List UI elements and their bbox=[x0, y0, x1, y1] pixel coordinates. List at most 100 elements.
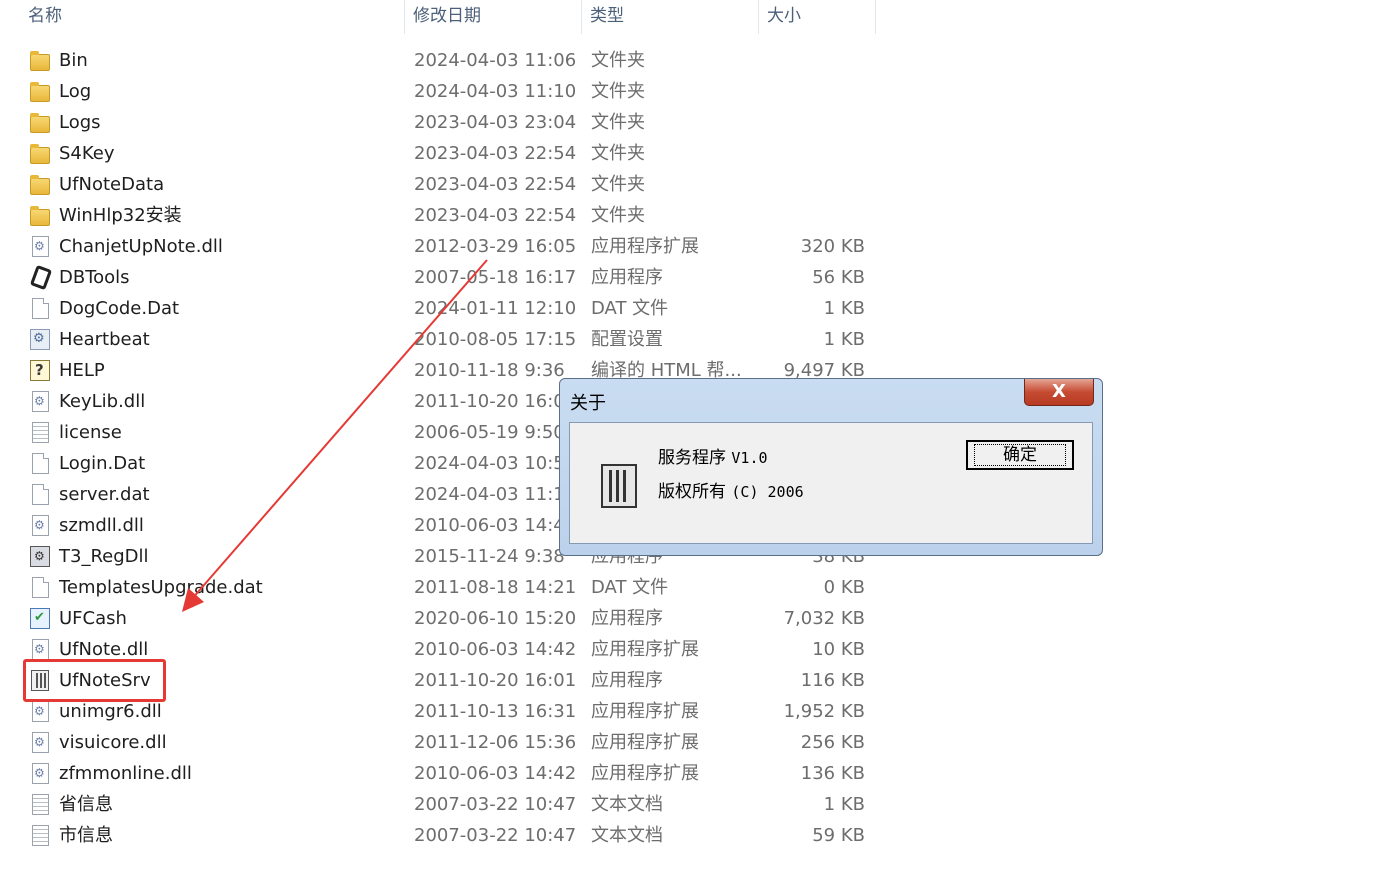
ok-button[interactable]: 确定 bbox=[966, 440, 1074, 470]
file-date: 2023-04-03 22:54 bbox=[414, 205, 577, 226]
file-row[interactable]: zfmmonline.dll 2010-06-03 14:42 应用程序扩展 136 … bbox=[0, 758, 900, 789]
column-header-date[interactable]: 修改日期 bbox=[404, 0, 581, 34]
file-name: S4Key bbox=[59, 143, 115, 164]
tool-icon bbox=[29, 264, 53, 291]
file-date: 2024-01-11 12:10 bbox=[414, 298, 577, 319]
file-date: 2011-12-06 15:36 bbox=[414, 732, 577, 753]
file-size: 10 KB bbox=[812, 639, 865, 660]
file-date: 2023-04-03 22:54 bbox=[414, 143, 577, 164]
file-date: 2023-04-03 23:04 bbox=[414, 112, 577, 133]
file-row[interactable]: UfNoteData 2023-04-03 22:54 文件夹 bbox=[0, 169, 900, 200]
column-header-name[interactable]: 名称 bbox=[20, 0, 404, 34]
file-name: ChanjetUpNote.dll bbox=[59, 236, 223, 257]
folder-icon bbox=[30, 51, 50, 71]
file-name: Log bbox=[59, 81, 92, 102]
file-size: 1 KB bbox=[823, 794, 865, 815]
file-row[interactable]: DBTools 2007-05-18 16:17 应用程序 56 KB bbox=[0, 262, 900, 293]
file-icon bbox=[32, 298, 49, 319]
file-icon bbox=[32, 484, 49, 505]
file-size: 56 KB bbox=[812, 267, 865, 288]
file-name: WinHlp32安装 bbox=[59, 205, 182, 226]
text-icon bbox=[32, 825, 49, 846]
register-icon bbox=[30, 546, 50, 567]
file-row[interactable]: Heartbeat 2010-08-05 17:15 配置设置 1 KB bbox=[0, 324, 900, 355]
file-date: 2012-03-29 16:05 bbox=[414, 236, 577, 257]
file-row[interactable]: Bin 2024-04-03 11:06 文件夹 bbox=[0, 45, 900, 76]
file-type: 应用程序扩展 bbox=[591, 236, 699, 257]
file-name: T3_RegDll bbox=[59, 546, 149, 567]
file-size: 7,032 KB bbox=[783, 608, 865, 629]
file-size: 59 KB bbox=[812, 825, 865, 846]
file-row[interactable]: Logs 2023-04-03 23:04 文件夹 bbox=[0, 107, 900, 138]
highlight-box bbox=[23, 659, 166, 702]
file-name: HELP bbox=[59, 360, 105, 381]
file-row[interactable]: ChanjetUpNote.dll 2012-03-29 16:05 应用程序扩展 3… bbox=[0, 231, 900, 262]
file-size: 1,952 KB bbox=[783, 701, 865, 722]
file-size: 256 KB bbox=[800, 732, 865, 753]
file-date: 2010-06-03 14:42 bbox=[414, 639, 577, 660]
file-name: visuicore.dll bbox=[59, 732, 167, 753]
file-name: server.dat bbox=[59, 484, 150, 505]
file-row[interactable]: WinHlp32安装 2023-04-03 22:54 文件夹 bbox=[0, 200, 900, 231]
file-size: 320 KB bbox=[800, 236, 865, 257]
file-date: 2007-03-22 10:47 bbox=[414, 794, 577, 815]
file-row[interactable]: UFCash 2020-06-10 15:20 应用程序 7,032 KB bbox=[0, 603, 900, 634]
file-name: UfNoteData bbox=[59, 174, 165, 195]
file-row[interactable]: Log 2024-04-03 11:10 文件夹 bbox=[0, 76, 900, 107]
file-row[interactable]: 省信息 2007-03-22 10:47 文本文档 1 KB bbox=[0, 789, 900, 820]
file-name: szmdll.dll bbox=[59, 515, 144, 536]
copyright-line: 版权所有 (C) 2006 bbox=[658, 477, 804, 502]
column-header-size[interactable]: 大小 bbox=[758, 0, 876, 34]
file-date: 2007-03-22 10:47 bbox=[414, 825, 577, 846]
file-type: 应用程序扩展 bbox=[591, 732, 699, 753]
file-row[interactable]: S4Key 2023-04-03 22:54 文件夹 bbox=[0, 138, 900, 169]
file-name: TemplatesUpgrade.dat bbox=[59, 577, 263, 598]
dll-icon bbox=[32, 701, 49, 722]
file-type: DAT 文件 bbox=[591, 577, 669, 598]
file-type: 应用程序 bbox=[591, 670, 663, 691]
ok-button-label: 确定 bbox=[974, 444, 1066, 466]
file-type: 文件夹 bbox=[591, 174, 645, 195]
file-icon bbox=[32, 453, 49, 474]
file-name: Logs bbox=[59, 112, 101, 133]
file-type: 文本文档 bbox=[591, 825, 663, 846]
file-type: 文件夹 bbox=[591, 143, 645, 164]
file-row[interactable]: visuicore.dll 2011-12-06 15:36 应用程序扩展 256 K… bbox=[0, 727, 900, 758]
file-type: 文件夹 bbox=[591, 205, 645, 226]
column-header-type[interactable]: 类型 bbox=[581, 0, 758, 34]
file-date: 2006-05-19 9:50 bbox=[414, 422, 565, 443]
file-type: 文件夹 bbox=[591, 81, 645, 102]
file-name: Login.Dat bbox=[59, 453, 146, 474]
file-type: 应用程序扩展 bbox=[591, 639, 699, 660]
file-size: 1 KB bbox=[823, 329, 865, 350]
dll-icon bbox=[32, 732, 49, 753]
dll-icon bbox=[32, 515, 49, 536]
file-name: DogCode.Dat bbox=[59, 298, 180, 319]
about-dialog: 关于 X 服务程序 V1.0 版权所有 (C) 2006 确定 bbox=[559, 378, 1103, 556]
file-date: 2024-04-03 11:10 bbox=[414, 484, 577, 505]
file-row[interactable]: TemplatesUpgrade.dat 2011-08-18 14:21 DAT … bbox=[0, 572, 900, 603]
server-app-icon bbox=[601, 464, 637, 508]
file-type: 应用程序扩展 bbox=[591, 763, 699, 784]
file-date: 2011-10-13 16:31 bbox=[414, 701, 577, 722]
file-date: 2010-06-03 14:42 bbox=[414, 763, 577, 784]
file-name: 市信息 bbox=[59, 825, 113, 846]
close-button[interactable]: X bbox=[1024, 379, 1094, 406]
file-name: KeyLib.dll bbox=[59, 391, 146, 412]
file-row[interactable]: 市信息 2007-03-22 10:47 文本文档 59 KB bbox=[0, 820, 900, 851]
cash-icon bbox=[30, 608, 50, 629]
file-icon bbox=[32, 577, 49, 598]
file-date: 2011-08-18 14:21 bbox=[414, 577, 577, 598]
file-date: 2011-10-20 16:01 bbox=[414, 391, 577, 412]
file-type: 应用程序扩展 bbox=[591, 701, 699, 722]
file-type: 文件夹 bbox=[591, 112, 645, 133]
dll-icon bbox=[32, 763, 49, 784]
file-date: 2024-04-03 11:06 bbox=[414, 50, 577, 71]
text-icon bbox=[32, 422, 49, 443]
column-header-bar: 名称 修改日期 类型 大小 bbox=[0, 0, 1389, 34]
file-date: 2010-06-03 14:42 bbox=[414, 515, 577, 536]
copyright-year: (C) 2006 bbox=[731, 483, 804, 501]
file-type: 应用程序 bbox=[591, 267, 663, 288]
file-row[interactable]: DogCode.Dat 2024-01-11 12:10 DAT 文件 1 KB bbox=[0, 293, 900, 324]
copyright-label: 版权所有 bbox=[658, 482, 726, 502]
